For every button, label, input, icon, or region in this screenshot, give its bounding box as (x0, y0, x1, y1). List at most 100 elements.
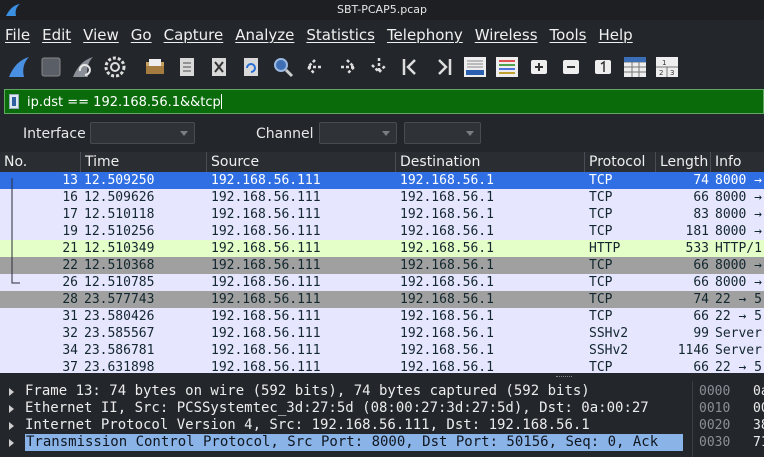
packet-cell-no: 31 (62, 309, 78, 324)
menu-capture[interactable]: Capture (164, 26, 224, 44)
packet-row[interactable]: 31 23.580426 192.168.56.111 192.168.56.1 TCP… (0, 308, 764, 325)
packet-cell-info: 8000 → (715, 173, 762, 188)
column-header-protocol[interactable]: Protocol (585, 152, 656, 172)
go-to-packet-icon[interactable] (366, 54, 392, 80)
display-filter-bar: ip.dst == 192.168.56.1&&tcp (4, 89, 764, 114)
packet-row[interactable]: 34 23.586781 192.168.56.111 192.168.56.1 SSH… (0, 342, 764, 359)
splitter-grip[interactable] (556, 376, 572, 378)
packet-cell-len: 533 (685, 241, 709, 256)
expand-icon[interactable]: 1 23 (654, 54, 680, 80)
open-file-icon[interactable] (142, 54, 168, 80)
menu-edit[interactable]: Edit (42, 26, 71, 44)
packet-cell-src: 192.168.56.111 (211, 190, 321, 205)
packet-row[interactable]: 13 12.509250 192.168.56.111 192.168.56.1 TCP… (0, 172, 764, 189)
menu-view[interactable]: View (83, 26, 119, 44)
packet-cell-src: 192.168.56.111 (211, 258, 321, 273)
autoscroll-icon[interactable] (462, 54, 488, 80)
detail-row-ipv4[interactable]: Internet Protocol Version 4, Src: 192.16… (0, 417, 690, 434)
expand-arrow-icon[interactable] (9, 439, 14, 447)
packet-cell-dst: 192.168.56.1 (400, 241, 494, 256)
menu-tools[interactable]: Tools (550, 26, 587, 44)
expand-arrow-icon[interactable] (9, 405, 14, 413)
packet-row[interactable]: 37 23.631898 192.168.56.111 192.168.56.1 TCP… (0, 359, 764, 373)
column-header-source[interactable]: Source (207, 152, 396, 172)
detail-row-frame[interactable]: Frame 13: 74 bytes on wire (592 bits), 7… (0, 383, 690, 400)
svg-text:2: 2 (659, 69, 663, 77)
packet-row[interactable]: 21 12.510349 192.168.56.111 192.168.56.1 HTT… (0, 240, 764, 257)
packet-cell-time: 12.510256 (84, 224, 155, 239)
save-file-icon[interactable] (174, 54, 200, 80)
colorize-icon[interactable] (494, 54, 520, 80)
channel-type-select[interactable] (404, 122, 481, 144)
column-header-info[interactable]: Info (711, 152, 764, 172)
menu-telephony[interactable]: Telephony (387, 26, 463, 44)
packet-cell-time: 12.510349 (84, 241, 155, 256)
interface-select[interactable] (90, 122, 195, 144)
close-file-icon[interactable] (206, 54, 232, 80)
packet-row[interactable]: 17 12.510118 192.168.56.111 192.168.56.1 TCP… (0, 206, 764, 223)
stop-capture-icon[interactable] (38, 54, 64, 80)
zoom-out-icon[interactable] (558, 54, 584, 80)
go-last-icon[interactable] (430, 54, 456, 80)
packet-cell-info: 8000 → (715, 275, 762, 290)
packet-row[interactable]: 26 12.510785 192.168.56.111 192.168.56.1 TCP… (0, 274, 764, 291)
resize-columns-icon[interactable] (622, 54, 648, 80)
channel-select[interactable] (319, 122, 397, 144)
expand-arrow-icon[interactable] (9, 422, 14, 430)
packet-cell-dst: 192.168.56.1 (400, 224, 494, 239)
packet-cell-no: 22 (62, 258, 78, 273)
packet-cell-src: 192.168.56.111 (211, 360, 321, 373)
pane-splitter[interactable] (0, 373, 764, 381)
packet-row[interactable]: 32 23.585567 192.168.56.111 192.168.56.1 SSH… (0, 325, 764, 342)
packet-cell-src: 192.168.56.111 (211, 343, 321, 358)
packet-row[interactable]: 19 12.510256 192.168.56.111 192.168.56.1 TCP… (0, 223, 764, 240)
packet-cell-no: 37 (62, 360, 78, 373)
svg-text:1: 1 (662, 59, 666, 67)
expand-arrow-icon[interactable] (9, 388, 14, 396)
text-cursor (220, 94, 222, 109)
menu-go[interactable]: Go (131, 26, 152, 44)
packet-cell-src: 192.168.56.111 (211, 207, 321, 222)
packet-cell-len: 66 (693, 360, 709, 373)
detail-row-tcp[interactable]: Transmission Control Protocol, Src Port:… (0, 434, 690, 451)
column-header-length[interactable]: Length (656, 152, 711, 172)
detail-row-ethernet[interactable]: Ethernet II, Src: PCSSystemtec_3d:27:5d … (0, 400, 690, 417)
packet-row[interactable]: 22 12.510368 192.168.56.111 192.168.56.1 TCP… (0, 257, 764, 274)
column-header-no[interactable]: No. (0, 152, 81, 172)
menu-wireless[interactable]: Wireless (475, 26, 538, 44)
go-first-icon[interactable] (398, 54, 424, 80)
packet-details[interactable]: Frame 13: 74 bytes on wire (592 bits), 7… (0, 381, 690, 457)
packet-cell-src: 192.168.56.111 (211, 326, 321, 341)
start-capture-icon[interactable] (6, 54, 32, 80)
restart-capture-icon[interactable] (70, 54, 96, 80)
packet-row[interactable]: 28 23.577743 192.168.56.111 192.168.56.1 TCP… (0, 291, 764, 308)
menu-analyze[interactable]: Analyze (235, 26, 294, 44)
packet-cell-len: 181 (685, 224, 709, 239)
find-packet-icon[interactable] (270, 54, 296, 80)
column-header-time[interactable]: Time (81, 152, 207, 172)
window-title: SBT-PCAP5.pcap (337, 3, 427, 16)
packet-cell-src: 192.168.56.111 (211, 173, 321, 188)
display-filter-input[interactable]: ip.dst == 192.168.56.1&&tcp (27, 94, 222, 110)
packet-row[interactable]: 16 12.509626 192.168.56.111 192.168.56.1 TCP… (0, 189, 764, 206)
packet-cell-no: 26 (62, 275, 78, 290)
capture-options-icon[interactable] (102, 54, 128, 80)
menu-help[interactable]: Help (598, 26, 632, 44)
reload-file-icon[interactable] (238, 54, 264, 80)
packet-cell-proto: SSHv2 (589, 343, 629, 358)
column-header-destination[interactable]: Destination (396, 152, 585, 172)
packet-bytes[interactable]: 00000a 001000 002038 003071 (692, 381, 764, 457)
menu-file[interactable]: File (5, 26, 30, 44)
go-back-icon[interactable] (302, 54, 328, 80)
menu-statistics[interactable]: Statistics (306, 26, 375, 44)
normal-size-icon[interactable] (590, 54, 616, 80)
packet-cell-dst: 192.168.56.1 (400, 292, 494, 307)
packet-cell-time: 12.509626 (84, 190, 155, 205)
packet-list[interactable]: No. Time Source Destination Protocol Len… (0, 152, 764, 373)
packet-cell-len: 74 (693, 292, 709, 307)
packet-cell-dst: 192.168.56.1 (400, 343, 494, 358)
zoom-in-icon[interactable] (526, 54, 552, 80)
go-forward-icon[interactable] (334, 54, 360, 80)
filter-bookmark-icon[interactable] (9, 94, 19, 109)
packet-cell-proto: TCP (589, 224, 613, 239)
